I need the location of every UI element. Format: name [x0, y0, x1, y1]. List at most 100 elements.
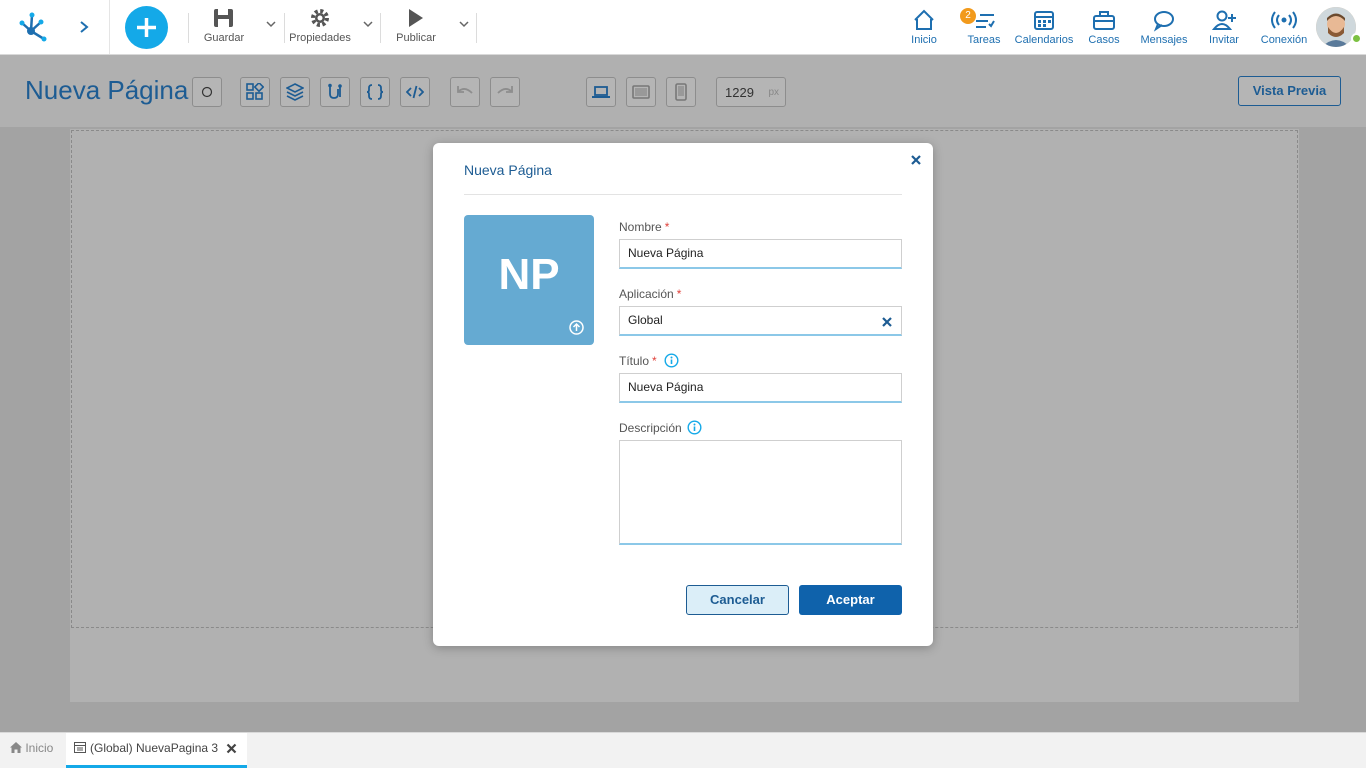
page-initials: NP: [498, 250, 560, 299]
gear-icon: [311, 9, 329, 27]
name-field-label: Nombre *: [619, 220, 669, 234]
application-label-text: Aplicación: [619, 287, 674, 301]
description-field[interactable]: [619, 440, 902, 545]
mobile-view-button[interactable]: [666, 77, 696, 107]
desktop-view-button[interactable]: [586, 77, 616, 107]
undo-button[interactable]: [450, 77, 480, 107]
nav-label: Calendarios: [1014, 34, 1074, 46]
avatar[interactable]: [1316, 7, 1356, 47]
chevron-down-icon[interactable]: [362, 18, 374, 30]
cancel-button[interactable]: Cancelar: [686, 585, 789, 615]
nav-label: Mensajes: [1140, 34, 1188, 46]
width-input[interactable]: 1229 px: [716, 77, 786, 107]
close-tab-icon[interactable]: [226, 743, 237, 754]
page-title: Nueva Página: [25, 75, 189, 105]
nav-invite[interactable]: Invitar: [1204, 8, 1244, 48]
online-status-dot: [1351, 33, 1362, 44]
info-icon[interactable]: [687, 420, 702, 435]
calendar-icon: [1034, 11, 1054, 30]
nav-calendars[interactable]: Calendarios: [1014, 8, 1074, 48]
editor-toolbar: Nueva Página 1229 px Vista Previa: [0, 55, 1366, 127]
title-label-text: Título: [619, 354, 650, 368]
accept-button[interactable]: Aceptar: [799, 585, 902, 615]
nav-home[interactable]: Inicio: [904, 8, 944, 48]
publish-label: Publicar: [396, 32, 436, 44]
variables-button[interactable]: [360, 77, 390, 107]
chat-icon: [1153, 11, 1174, 32]
tab-page[interactable]: (Global) NuevaPagina 3: [66, 733, 247, 768]
tasks-count-badge: 2: [960, 8, 976, 24]
application-field-label: Aplicación *: [619, 287, 681, 301]
description-label-text: Descripción: [619, 421, 682, 435]
upload-icon[interactable]: [569, 320, 584, 335]
toolbar-divider: [380, 13, 381, 43]
user-avatar-icon: [1316, 7, 1356, 47]
properties-button[interactable]: Propiedades: [288, 6, 352, 50]
nav-label: Inicio: [911, 34, 937, 46]
briefcase-icon: [1093, 11, 1115, 30]
dialog-divider: [464, 194, 902, 195]
properties-label: Propiedades: [289, 32, 351, 44]
info-icon[interactable]: [664, 353, 679, 368]
data-sources-button[interactable]: [320, 77, 350, 107]
nav-label: Conexión: [1260, 34, 1308, 46]
chevron-right-icon[interactable]: [74, 15, 94, 39]
name-label-text: Nombre: [619, 220, 662, 234]
nav-tasks[interactable]: 2 Tareas: [960, 8, 1006, 48]
play-icon: [409, 9, 423, 27]
required-mark: *: [676, 287, 682, 301]
close-icon[interactable]: [909, 153, 923, 167]
toolbar-divider: [188, 13, 189, 43]
tablet-view-button[interactable]: [626, 77, 656, 107]
nav-label: Casos: [1088, 34, 1120, 46]
dialog-title: Nueva Página: [464, 162, 552, 178]
clear-icon[interactable]: [881, 316, 893, 328]
application-field-value: Global: [628, 313, 663, 327]
logo-cell: [0, 0, 110, 54]
floppy-disk-icon: [214, 9, 233, 27]
title-field-label: Título *: [619, 354, 657, 368]
page-icon: [74, 742, 86, 753]
application-field[interactable]: Global: [619, 306, 902, 336]
new-page-dialog: Nueva Página NP Nombre * Nueva Página Apl…: [433, 143, 933, 646]
name-field[interactable]: Nueva Página: [619, 239, 902, 269]
title-field-value: Nueva Página: [628, 380, 704, 394]
top-bar: Guardar Propiedades Publicar Inicio 2 Ta…: [0, 0, 1366, 55]
title-field[interactable]: Nueva Página: [619, 373, 902, 403]
code-button[interactable]: [400, 77, 430, 107]
home-icon: [914, 9, 934, 30]
app-logo-icon[interactable]: [14, 9, 50, 45]
mobile-icon: [675, 83, 687, 101]
add-button[interactable]: [125, 6, 168, 49]
laptop-icon: [592, 86, 610, 98]
page-properties-button[interactable]: [192, 77, 222, 107]
tab-home[interactable]: Inicio: [10, 741, 53, 755]
home-icon: [10, 742, 22, 753]
required-mark: *: [664, 220, 670, 234]
bottom-tab-bar: Inicio (Global) NuevaPagina 3: [0, 732, 1366, 768]
undo-icon: [457, 86, 473, 94]
publish-button[interactable]: Publicar: [392, 6, 440, 50]
required-mark: *: [652, 354, 657, 368]
chevron-down-icon[interactable]: [265, 18, 277, 30]
save-label: Guardar: [203, 32, 245, 44]
preview-button[interactable]: Vista Previa: [1238, 76, 1341, 106]
toolbar-divider: [284, 13, 285, 43]
nav-label: Tareas: [967, 34, 1001, 46]
widgets-button[interactable]: [240, 77, 270, 107]
description-field-label: Descripción: [619, 421, 682, 435]
nav-label: Invitar: [1209, 34, 1239, 46]
chevron-down-icon[interactable]: [458, 18, 470, 30]
nav-connection[interactable]: Conexión: [1258, 8, 1310, 48]
width-unit: px: [768, 87, 779, 98]
save-button[interactable]: Guardar: [200, 6, 248, 50]
curly-braces-icon: [366, 84, 384, 100]
circle-icon: [201, 86, 213, 98]
nav-messages[interactable]: Mensajes: [1138, 8, 1190, 48]
nav-cases[interactable]: Casos: [1084, 8, 1124, 48]
page-image-placeholder[interactable]: NP: [464, 215, 594, 345]
redo-button[interactable]: [490, 77, 520, 107]
tab-home-label: Inicio: [25, 741, 54, 755]
layers-button[interactable]: [280, 77, 310, 107]
plus-icon: [137, 18, 156, 37]
